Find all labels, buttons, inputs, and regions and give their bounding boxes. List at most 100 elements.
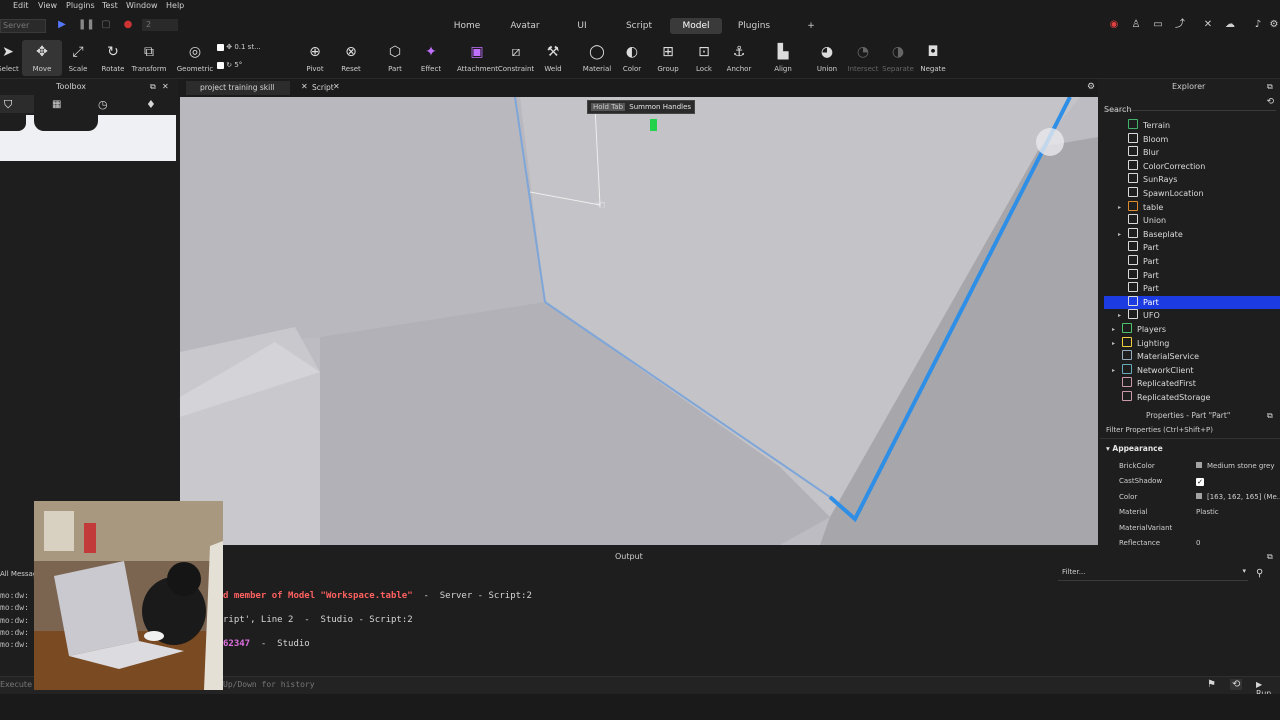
property-value[interactable]: ✓ xyxy=(1196,474,1204,489)
bell-icon[interactable]: ♪ xyxy=(1252,19,1264,31)
record-icon[interactable]: ◉ xyxy=(1108,19,1120,31)
menu-test[interactable]: Test xyxy=(102,1,118,10)
menu-plugins[interactable]: Plugins xyxy=(66,1,95,10)
expand-arrow-icon[interactable]: ▸ xyxy=(1112,364,1115,377)
rotate-button[interactable]: ↻ Rotate xyxy=(93,40,133,76)
lock-button[interactable]: ⊡ Lock xyxy=(684,40,724,76)
property-value[interactable]: Medium stone grey xyxy=(1196,459,1274,474)
tab-ui[interactable]: UI xyxy=(570,18,594,34)
explorer-item[interactable]: ▸ Baseplate xyxy=(1104,227,1280,241)
align-button[interactable]: ▙ Align xyxy=(763,40,803,76)
anchor-button[interactable]: ⚓ Anchor xyxy=(719,40,759,76)
pin-icon[interactable]: ♦ xyxy=(146,98,156,111)
expand-arrow-icon[interactable]: ▸ xyxy=(1112,323,1115,336)
history-icon[interactable]: ⟲ xyxy=(1230,679,1243,690)
castshadow-checkbox[interactable]: ✓ xyxy=(1196,478,1204,487)
move-step-checkbox[interactable] xyxy=(217,43,224,51)
explorer-item[interactable]: ColorCorrection xyxy=(1104,159,1280,173)
rotate-step-control[interactable]: ↻ 5° xyxy=(217,61,242,69)
step-icon[interactable]: ▢ xyxy=(100,19,112,31)
explorer-item[interactable]: ▸ Lighting xyxy=(1104,336,1280,350)
explorer-item[interactable]: Part xyxy=(1104,295,1280,309)
properties-popout-icon[interactable]: ⧉ xyxy=(1267,411,1273,421)
color-button[interactable]: ◐ Color xyxy=(612,40,652,76)
explorer-item[interactable]: Blur xyxy=(1104,146,1280,159)
explorer-item[interactable]: SpawnLocation xyxy=(1104,187,1280,200)
property-value[interactable]: Plastic xyxy=(1196,505,1219,520)
appearance-section[interactable]: ▾ Appearance xyxy=(1106,444,1163,453)
popout-icon[interactable]: ⧉ xyxy=(150,82,156,92)
tab-model[interactable]: Model xyxy=(670,18,722,34)
explorer-item[interactable]: SunRays xyxy=(1104,173,1280,186)
move-button[interactable]: ✥ Move xyxy=(22,40,62,76)
scale-button[interactable]: ⤢ Scale xyxy=(58,40,98,76)
explorer-item[interactable]: Bloom xyxy=(1104,132,1280,146)
attachment-button[interactable]: ▣ Attachment xyxy=(457,40,498,76)
expand-arrow-icon[interactable]: ▸ xyxy=(1118,201,1121,214)
explorer-search[interactable]: Search ⟲ xyxy=(1104,97,1276,114)
explorer-item[interactable]: ▸ NetworkClient xyxy=(1104,363,1280,377)
move-handle-green[interactable] xyxy=(650,119,657,131)
properties-filter[interactable]: Filter Properties (Ctrl+Shift+P) xyxy=(1100,424,1280,439)
dropdown-chevron-icon[interactable]: ▾ xyxy=(1242,567,1246,575)
collab-icon[interactable]: ✕ xyxy=(1202,19,1214,31)
server-select[interactable]: Server xyxy=(0,19,46,33)
color-swatch[interactable] xyxy=(1196,492,1202,499)
tab-home[interactable]: Home xyxy=(449,18,485,34)
menu-help[interactable]: Help xyxy=(166,1,184,10)
close-icon[interactable]: ✕ xyxy=(162,82,169,91)
transform-button[interactable]: ⧉ Transform xyxy=(129,40,169,76)
viewport-settings-icon[interactable]: ⚙ xyxy=(1087,82,1095,92)
constraint-button[interactable]: ⧄ Constraint xyxy=(496,40,536,76)
property-row[interactable]: MaterialVariant xyxy=(1100,521,1280,536)
settings-icon[interactable]: ⚙ xyxy=(1268,19,1280,31)
explorer-popout-icon[interactable]: ⧉ xyxy=(1267,82,1273,92)
tab-project[interactable]: project training skill xyxy=(186,81,290,95)
material-button[interactable]: ◯ Material xyxy=(577,40,617,76)
explorer-item[interactable]: Terrain xyxy=(1104,119,1280,132)
explorer-item[interactable]: Union xyxy=(1104,214,1280,227)
menu-edit[interactable]: Edit xyxy=(13,1,29,10)
explorer-item[interactable]: ▸ table xyxy=(1104,200,1280,214)
weld-button[interactable]: ⚒ Weld xyxy=(533,40,573,76)
clear-output-icon[interactable]: ⚲ xyxy=(1256,568,1263,579)
negate-button[interactable]: ◘ Negate xyxy=(913,40,953,76)
tab-script[interactable]: Script xyxy=(620,18,658,34)
output-popout-icon[interactable]: ⧉ xyxy=(1267,552,1273,562)
play-icon[interactable]: ▶ xyxy=(56,19,68,31)
grid-icon[interactable]: ▦ xyxy=(52,99,61,110)
menu-view[interactable]: View xyxy=(38,1,57,10)
bookmark-icon[interactable]: ⚑ xyxy=(1207,679,1216,690)
tab-script-close-icon[interactable]: ✕ xyxy=(333,82,340,91)
explorer-item[interactable]: Part xyxy=(1104,268,1280,282)
property-value[interactable]: [163, 162, 165] (Me... xyxy=(1196,490,1280,505)
expand-arrow-icon[interactable]: ▸ xyxy=(1112,337,1115,350)
property-row[interactable]: Color [163, 162, 165] (Me... xyxy=(1100,490,1280,505)
explorer-item[interactable]: Part xyxy=(1104,255,1280,268)
move-step-control[interactable]: ✥ 0.1 st... xyxy=(217,43,261,51)
tab-avatar[interactable]: Avatar xyxy=(505,18,545,34)
geometric-button[interactable]: ◎ Geometric xyxy=(175,40,215,76)
pivot-button[interactable]: ⊕ Pivot xyxy=(295,40,335,76)
explorer-item[interactable]: ▸ UFO xyxy=(1104,309,1280,322)
expand-arrow-icon[interactable]: ▸ xyxy=(1118,228,1121,241)
user-icon[interactable]: ♙ xyxy=(1130,19,1142,31)
output-filter[interactable]: Filter... ▾ xyxy=(1058,567,1248,581)
rotate-step-checkbox[interactable] xyxy=(217,61,224,69)
clock-icon[interactable]: ◷ xyxy=(98,98,108,111)
reset-button[interactable]: ⊗ Reset xyxy=(331,40,371,76)
group-button[interactable]: ⊞ Group xyxy=(648,40,688,76)
stop-icon[interactable]: ● xyxy=(122,19,134,31)
explorer-item[interactable]: MaterialService xyxy=(1104,350,1280,363)
cloud-icon[interactable]: ☁ xyxy=(1224,19,1236,31)
explorer-item[interactable]: Part xyxy=(1104,282,1280,295)
player-count[interactable]: 2 xyxy=(142,19,178,31)
explorer-item[interactable]: ▸ Players xyxy=(1104,323,1280,336)
filter-history-icon[interactable]: ⟲ xyxy=(1266,97,1274,107)
toolbox-tab-inventory[interactable]: ⛉ xyxy=(0,95,34,113)
separate-button[interactable]: ◑ Separate xyxy=(878,40,918,76)
add-tab-button[interactable]: + xyxy=(803,18,819,34)
intersect-button[interactable]: ◔ Intersect xyxy=(843,40,883,76)
property-row[interactable]: CastShadow ✓ xyxy=(1100,474,1280,489)
chat-icon[interactable]: ▭ xyxy=(1152,19,1164,31)
